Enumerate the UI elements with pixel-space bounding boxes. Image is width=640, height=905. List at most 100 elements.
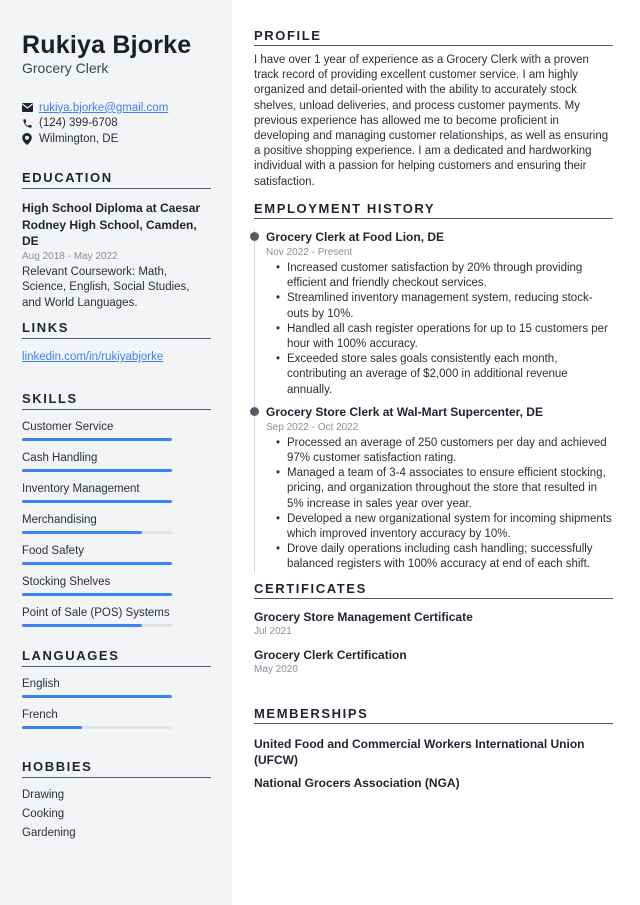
rating-bar-fill xyxy=(22,726,82,729)
rating-bar-track xyxy=(22,624,172,627)
rating-bar-fill xyxy=(22,695,172,698)
rating-label: Inventory Management xyxy=(22,483,140,495)
membership-item: United Food and Commercial Workers Inter… xyxy=(254,737,585,767)
contact-email: rukiya.bjorke@gmail.com xyxy=(22,100,210,116)
contact-list: rukiya.bjorke@gmail.com (124) 399-6708 W… xyxy=(22,100,210,147)
skills-section: SKILLS Customer Service Cash Handling Inve… xyxy=(22,391,211,627)
rating-item: Stocking Shelves xyxy=(22,575,211,596)
rating-bar-fill xyxy=(22,438,172,441)
candidate-title: Grocery Clerk xyxy=(22,60,109,76)
section-heading: CERTIFICATES xyxy=(254,581,613,599)
rating-item: English xyxy=(22,677,211,698)
hobby-item: Gardening xyxy=(22,827,76,839)
linkedin-link[interactable]: linkedin.com/in/rukiyabjorke xyxy=(22,351,211,363)
memberships-section: MEMBERSHIPS United Food and Commercial W… xyxy=(254,706,614,791)
section-heading: EMPLOYMENT HISTORY xyxy=(254,201,613,219)
certificate-item: Grocery Clerk Certification May 2020 xyxy=(254,647,614,677)
timeline-dot-icon xyxy=(250,232,259,241)
job-bullet: Processed an average of 250 customers pe… xyxy=(276,436,614,466)
employment-section: EMPLOYMENT HISTORY Grocery Clerk at Food… xyxy=(250,201,614,573)
rating-bar-track xyxy=(22,438,172,441)
skills-list: Customer Service Cash Handling Inventory M… xyxy=(22,420,211,627)
contact-phone: (124) 399-6708 xyxy=(22,116,210,132)
education-title: High School Diploma at Caesar Rodney Hig… xyxy=(22,201,201,248)
hobby-item: Drawing xyxy=(22,789,65,801)
job-bullet: Managed a team of 3-4 associates to ensu… xyxy=(276,466,614,512)
job-bullet: Streamlined inventory management system,… xyxy=(276,291,614,321)
section-heading: HOBBIES xyxy=(22,759,211,778)
rating-label: Cash Handling xyxy=(22,452,98,464)
education-description: Relevant Coursework: Math, Science, Engl… xyxy=(22,265,190,309)
education-date: Aug 2018 - May 2022 xyxy=(22,250,118,262)
job-entry: Grocery Clerk at Food Lion, DE Nov 2022 -… xyxy=(250,229,614,398)
membership-item: National Grocers Association (NGA) xyxy=(254,776,460,790)
section-heading: PROFILE xyxy=(254,28,613,46)
rating-label: Point of Sale (POS) Systems xyxy=(22,607,170,619)
certificate-item: Grocery Store Management Certificate Jul… xyxy=(254,609,614,639)
profile-text: I have over 1 year of experience as a Gr… xyxy=(254,54,609,188)
timeline-dot-icon xyxy=(250,406,259,416)
job-bullet: Handled all cash register operations for… xyxy=(276,322,614,352)
rating-item: French xyxy=(22,708,211,729)
contact-location: Wilmington, DE xyxy=(22,131,210,147)
job-bullet: Developed a new organizational system fo… xyxy=(276,512,614,542)
rating-label: Customer Service xyxy=(22,421,114,433)
phone-icon xyxy=(22,118,39,129)
rating-bar-track xyxy=(22,726,172,729)
email-link[interactable]: rukiya.bjorke@gmail.com xyxy=(39,102,168,114)
rating-bar-track xyxy=(22,531,172,534)
section-heading: LINKS xyxy=(22,320,211,339)
rating-bar-track xyxy=(22,500,172,503)
rating-label: Stocking Shelves xyxy=(22,576,111,588)
section-heading: LANGUAGES xyxy=(22,648,211,667)
rating-bar-fill xyxy=(22,593,172,596)
certificate-title: Grocery Clerk Certification xyxy=(254,648,407,662)
rating-item: Point of Sale (POS) Systems xyxy=(22,606,211,627)
rating-item: Merchandising xyxy=(22,513,211,534)
languages-section: LANGUAGES English French xyxy=(22,648,211,729)
certificate-title: Grocery Store Management Certificate xyxy=(254,610,473,624)
rating-label: French xyxy=(22,709,58,721)
rating-item: Cash Handling xyxy=(22,451,211,472)
job-title: Grocery Store Clerk at Wal-Mart Supercen… xyxy=(266,404,543,419)
job-date: Sep 2022 - Oct 2022 xyxy=(266,421,359,433)
hobbies-section: HOBBIES Drawing Cooking Gardening xyxy=(22,759,211,843)
section-heading: MEMBERSHIPS xyxy=(254,706,613,724)
location-pin-icon xyxy=(22,132,39,145)
candidate-name: Rukiya Bjorke xyxy=(22,31,192,59)
section-heading: EDUCATION xyxy=(22,170,211,189)
rating-bar-track xyxy=(22,593,172,596)
job-bullets: Processed an average of 250 customers pe… xyxy=(266,436,614,573)
job-bullets: Increased customer satisfaction by 20% t… xyxy=(266,261,614,398)
phone-number: (124) 399-6708 xyxy=(39,117,118,130)
job-bullet: Increased customer satisfaction by 20% t… xyxy=(276,261,614,291)
certificates-section: CERTIFICATES Grocery Store Management Ce… xyxy=(254,581,614,677)
certificate-date: Jul 2021 xyxy=(254,626,292,637)
education-section: EDUCATION High School Diploma at Caesar … xyxy=(22,170,211,311)
job-title: Grocery Clerk at Food Lion, DE xyxy=(266,230,445,244)
job-date: Nov 2022 - Present xyxy=(266,247,353,258)
job-entry: Grocery Store Clerk at Wal-Mart Supercen… xyxy=(250,404,614,573)
rating-item: Customer Service xyxy=(22,420,211,441)
rating-bar-fill xyxy=(22,531,142,534)
rating-bar-track xyxy=(22,562,172,565)
rating-label: English xyxy=(22,678,60,690)
rating-bar-fill xyxy=(22,562,172,565)
job-bullet: Drove daily operations including cash ha… xyxy=(276,542,614,572)
rating-item: Food Safety xyxy=(22,544,211,565)
rating-bar-fill xyxy=(22,469,172,472)
rating-bar-track xyxy=(22,469,172,472)
job-bullet: Exceeded store sales goals consistently … xyxy=(276,352,614,398)
links-section: LINKS linkedin.com/in/rukiyabjorke xyxy=(22,320,211,363)
rating-label: Food Safety xyxy=(22,545,85,557)
envelope-icon xyxy=(22,103,39,113)
location-text: Wilmington, DE xyxy=(39,132,119,145)
languages-list: English French xyxy=(22,677,211,729)
rating-label: Merchandising xyxy=(22,514,97,526)
rating-item: Inventory Management xyxy=(22,482,211,503)
profile-section: PROFILE I have over 1 year of experience… xyxy=(254,28,614,190)
rating-bar-fill xyxy=(22,500,172,503)
certificate-date: May 2020 xyxy=(254,664,298,675)
hobbies-list: Drawing Cooking Gardening xyxy=(22,786,211,843)
rating-bar-fill xyxy=(22,624,142,627)
